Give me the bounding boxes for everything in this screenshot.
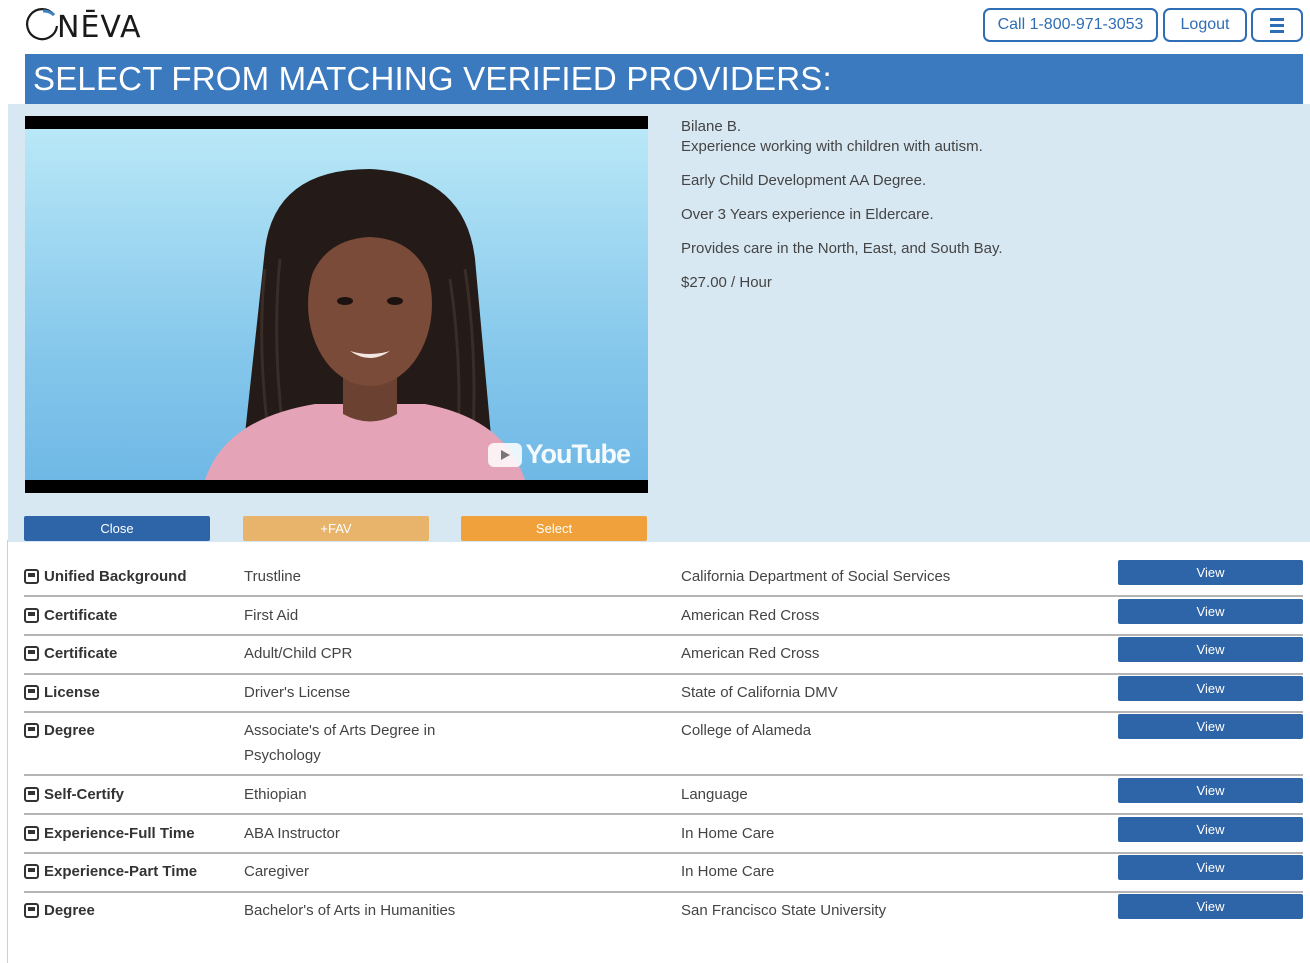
credential-issuer: State of California DMV bbox=[681, 684, 838, 701]
credential-issuer: California Department of Social Services bbox=[681, 568, 951, 585]
credential-row: Experience-Full Time ABA Instructor In H… bbox=[24, 817, 1303, 854]
credential-type: License bbox=[24, 680, 100, 705]
oneva-logo[interactable]: NĒVA bbox=[24, 5, 142, 45]
provider-experience: Over 3 Years experience in Eldercare. bbox=[681, 206, 934, 223]
credential-issuer: American Red Cross bbox=[681, 645, 820, 662]
credential-description: First Aid bbox=[244, 607, 299, 624]
credential-row: Degree Associate's of Arts Degree in Psy… bbox=[24, 714, 1303, 776]
credential-type: Certificate bbox=[24, 603, 117, 628]
view-button[interactable]: View bbox=[1118, 599, 1303, 624]
top-bar: NĒVA Call 1-800-971-3053 Logout bbox=[0, 0, 1310, 52]
credential-description: Caregiver bbox=[244, 863, 310, 880]
credential-description: Bachelor's of Arts in Humanities bbox=[244, 902, 456, 919]
collapse-icon[interactable] bbox=[24, 685, 39, 700]
call-button[interactable]: Call 1-800-971-3053 bbox=[983, 8, 1158, 42]
logo-o-mark bbox=[24, 8, 59, 42]
page-title: SELECT FROM MATCHING VERIFIED PROVIDERS: bbox=[25, 54, 1303, 104]
provider-rate: $27.00 / Hour bbox=[681, 274, 772, 291]
collapse-icon[interactable] bbox=[24, 787, 39, 802]
credential-issuer: American Red Cross bbox=[681, 607, 820, 624]
logo-text: NĒVA bbox=[57, 9, 142, 45]
credential-issuer: In Home Care bbox=[681, 825, 775, 842]
credential-row: Certificate First Aid American Red Cross… bbox=[24, 599, 1303, 636]
collapse-icon[interactable] bbox=[24, 646, 39, 661]
view-button[interactable]: View bbox=[1118, 676, 1303, 701]
credential-description: Trustline bbox=[244, 568, 301, 585]
credential-issuer: College of Alameda bbox=[681, 722, 812, 739]
view-button[interactable]: View bbox=[1118, 637, 1303, 662]
credential-row: Certificate Adult/Child CPR American Red… bbox=[24, 637, 1303, 675]
provider-info: Bilane B. Experience working with childr… bbox=[681, 117, 1281, 293]
collapse-icon[interactable] bbox=[24, 569, 39, 584]
credential-row: License Driver's License State of Califo… bbox=[24, 676, 1303, 713]
hamburger-icon bbox=[1270, 17, 1284, 33]
credential-description: Adult/Child CPR bbox=[244, 645, 353, 662]
view-button[interactable]: View bbox=[1118, 714, 1303, 739]
select-button[interactable]: Select bbox=[461, 516, 647, 541]
youtube-logo[interactable]: YouTube bbox=[487, 439, 631, 470]
credential-row: Unified Background Trustline California … bbox=[24, 560, 1303, 597]
credential-issuer: San Francisco State University bbox=[681, 902, 887, 919]
provider-area: Provides care in the North, East, and So… bbox=[681, 240, 1003, 257]
left-divider bbox=[7, 540, 8, 963]
collapse-icon[interactable] bbox=[24, 723, 39, 738]
add-favorite-button[interactable]: +FAV bbox=[243, 516, 429, 541]
provider-name: Bilane B. bbox=[681, 118, 742, 135]
credential-issuer: In Home Care bbox=[681, 863, 775, 880]
credential-description: Ethiopian bbox=[244, 786, 307, 803]
menu-button[interactable] bbox=[1251, 8, 1303, 42]
credential-type: Certificate bbox=[24, 641, 117, 666]
view-button[interactable]: View bbox=[1118, 817, 1303, 842]
video-frame: YouTube bbox=[25, 129, 648, 480]
credential-issuer: Language bbox=[681, 786, 748, 803]
close-button[interactable]: Close bbox=[24, 516, 210, 541]
credential-type: Degree bbox=[24, 718, 95, 743]
provider-portrait bbox=[205, 169, 525, 480]
credential-row: Self-Certify Ethiopian Language View bbox=[24, 778, 1303, 815]
credential-type: Degree bbox=[24, 898, 95, 923]
credential-row: Experience-Part Time Caregiver In Home C… bbox=[24, 855, 1303, 893]
youtube-wordmark: YouTube bbox=[525, 439, 631, 469]
credential-type: Unified Background bbox=[24, 564, 187, 589]
credential-type: Experience-Full Time bbox=[24, 821, 195, 846]
collapse-icon[interactable] bbox=[24, 608, 39, 623]
credential-description: Associate's of Arts Degree in Psychology bbox=[244, 722, 436, 764]
collapse-icon[interactable] bbox=[24, 826, 39, 841]
play-icon bbox=[487, 442, 522, 467]
credential-description: Driver's License bbox=[244, 684, 351, 701]
credential-type: Self-Certify bbox=[24, 782, 124, 807]
provider-video[interactable]: YouTube bbox=[25, 116, 648, 493]
logout-button[interactable]: Logout bbox=[1163, 8, 1247, 42]
credential-row: Degree Bachelor's of Arts in Humanities … bbox=[24, 894, 1303, 956]
view-button[interactable]: View bbox=[1118, 778, 1303, 803]
provider-summary: Experience working with children with au… bbox=[681, 138, 983, 155]
view-button[interactable]: View bbox=[1118, 560, 1303, 585]
credential-type: Experience-Part Time bbox=[24, 859, 197, 884]
view-button[interactable]: View bbox=[1118, 894, 1303, 919]
collapse-icon[interactable] bbox=[24, 864, 39, 879]
view-button[interactable]: View bbox=[1118, 855, 1303, 880]
credential-description: ABA Instructor bbox=[244, 825, 340, 842]
provider-education: Early Child Development AA Degree. bbox=[681, 172, 927, 189]
collapse-icon[interactable] bbox=[24, 903, 39, 918]
